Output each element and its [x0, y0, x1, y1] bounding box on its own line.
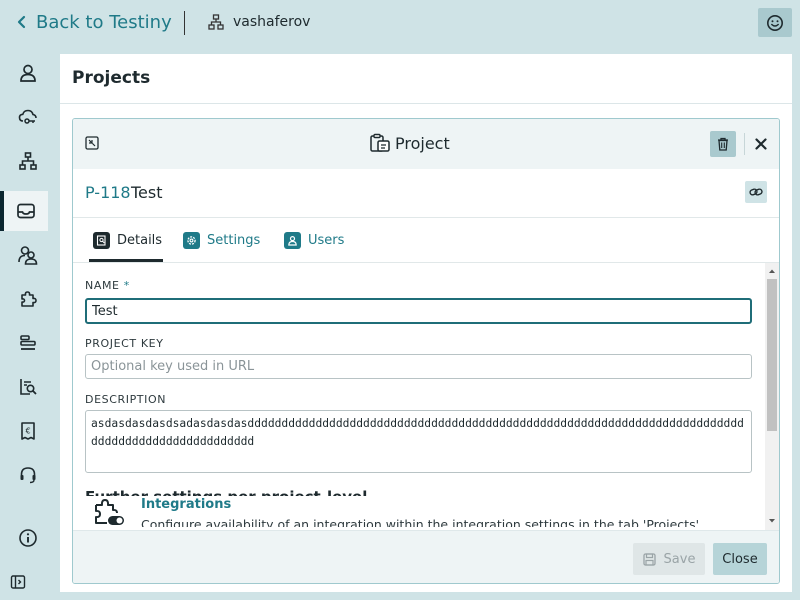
sidebar-expand-toggle[interactable] [0, 562, 36, 600]
save-icon [642, 552, 656, 566]
billing-icon: € [21, 422, 35, 440]
sidebar-item-audit[interactable] [0, 367, 56, 407]
integrations-description: Configure availability of an integration… [141, 517, 700, 527]
tab-users[interactable]: Users [284, 232, 344, 249]
tab-settings[interactable]: Settings [183, 232, 260, 249]
collapse-icon[interactable] [85, 136, 99, 150]
hierarchy-icon [208, 14, 224, 30]
save-label: Save [663, 551, 696, 567]
delete-project-button[interactable] [710, 131, 736, 157]
main-content: Projects Project P-118 Test Details Sett… [60, 54, 792, 592]
panel-header: Project [73, 119, 779, 169]
required-marker: * [123, 279, 130, 292]
inbox-icon [17, 203, 35, 219]
name-field[interactable] [85, 298, 752, 324]
panel-footer: Save Close [73, 530, 779, 583]
list-icon [20, 335, 36, 350]
tab-users-label: Users [308, 233, 345, 248]
project-name: Test [131, 183, 163, 202]
divider [73, 262, 779, 263]
sidebar-item-users[interactable] [0, 235, 56, 275]
tab-details-label: Details [117, 233, 163, 248]
cloud-key-icon [18, 109, 37, 124]
scroll-up-arrow-icon[interactable] [765, 265, 779, 277]
close-panel-button[interactable] [751, 134, 771, 154]
chevron-left-icon [17, 15, 26, 29]
back-to-testiny-link[interactable]: Back to Testiny [14, 11, 172, 33]
divider [60, 103, 792, 104]
header-divider [744, 133, 745, 155]
close-icon [755, 138, 767, 150]
report-search-icon [20, 379, 37, 395]
feedback-button[interactable] [758, 8, 792, 37]
topbar-divider [184, 11, 185, 35]
svg-text:€: € [25, 427, 30, 436]
project-key-label: PROJECT KEY [85, 337, 164, 350]
trash-icon [718, 137, 728, 151]
user-group-icon [18, 246, 38, 265]
project-key: P-118 [85, 183, 131, 202]
user-icon [20, 64, 36, 82]
back-label: Back to Testiny [36, 11, 172, 33]
user-icon [284, 232, 301, 249]
panel-title: Project [369, 133, 450, 153]
username: vashaferov [233, 14, 311, 30]
divider [73, 217, 779, 218]
info-icon [19, 529, 37, 547]
sidebar-item-authentication[interactable] [0, 97, 56, 137]
details-icon [93, 232, 110, 249]
sidebar-item-billing[interactable]: € [0, 411, 56, 451]
scroll-down-arrow-icon[interactable] [765, 515, 779, 527]
page-title: Projects [72, 68, 151, 88]
project-key-field[interactable] [85, 354, 752, 379]
sidebar-item-account[interactable] [0, 53, 56, 93]
expand-sidebar-icon [10, 575, 26, 589]
panel-title-text: Project [395, 133, 450, 153]
sidebar: € [0, 46, 56, 600]
tab-details[interactable]: Details [93, 232, 162, 249]
top-bar: Back to Testiny vashaferov [0, 0, 800, 46]
smiley-icon [767, 14, 783, 31]
sidebar-item-support[interactable] [0, 455, 56, 495]
further-settings-heading: Further settings per project-level [85, 488, 367, 496]
integrations-title[interactable]: Integrations [141, 497, 231, 512]
organization-switcher[interactable]: vashaferov [208, 14, 310, 30]
close-button[interactable]: Close [713, 543, 767, 575]
gear-icon [183, 232, 200, 249]
copy-link-button[interactable] [745, 181, 767, 203]
puzzle-toggle-icon [95, 499, 124, 525]
tab-settings-label: Settings [207, 233, 261, 248]
description-label: DESCRIPTION [85, 393, 167, 406]
sidebar-item-about[interactable] [0, 518, 56, 558]
hierarchy-icon [19, 152, 37, 170]
sidebar-item-projects[interactable] [0, 191, 48, 231]
sidebar-item-integrations[interactable] [0, 279, 56, 319]
clipboard-icon [370, 133, 390, 152]
project-detail-panel: Project P-118 Test Details Settings User… [72, 118, 780, 584]
scrollbar-thumb[interactable] [767, 279, 777, 431]
headset-icon [20, 467, 36, 484]
scrollbar[interactable] [765, 263, 779, 531]
link-icon [749, 188, 763, 196]
puzzle-icon [21, 291, 37, 307]
sidebar-item-fields[interactable] [0, 323, 56, 363]
name-label: NAME * [85, 279, 130, 292]
sidebar-item-organization[interactable] [0, 141, 56, 181]
save-button[interactable]: Save [633, 543, 705, 575]
description-field[interactable]: asdasdasdasdsadasdasdasddddddddddddddddd… [85, 410, 752, 473]
